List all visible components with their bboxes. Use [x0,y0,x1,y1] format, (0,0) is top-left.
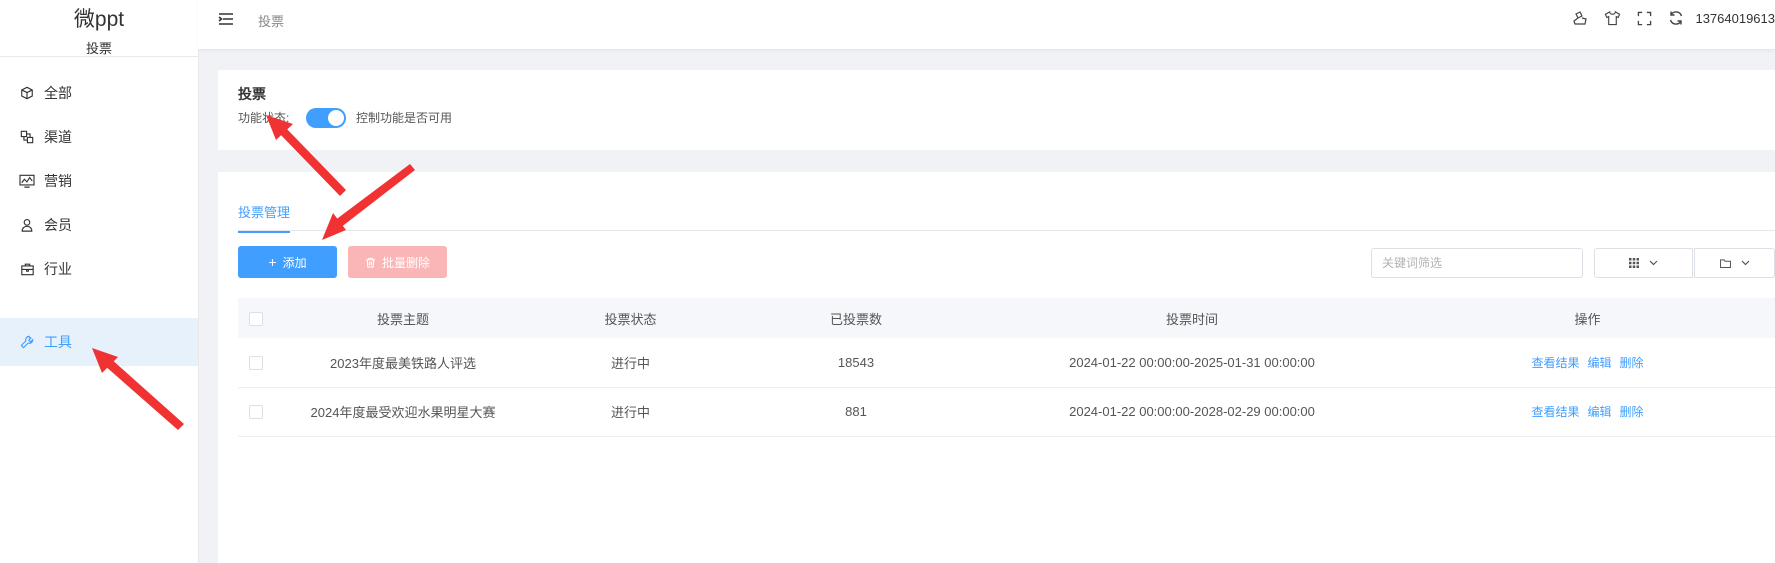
vote-count: 881 [845,404,867,419]
select-all-cell [238,298,273,338]
add-button[interactable]: + 添加 [238,246,337,278]
menu-fold-icon[interactable] [218,11,236,29]
column-header: 已投票数 [829,311,882,327]
sidebar-item-industry[interactable]: 行业 [0,245,198,293]
folder-icon [1719,258,1731,268]
chart-monitor-icon [18,172,36,190]
row-checkbox[interactable] [248,405,263,420]
tab-vote-management[interactable]: 投票管理 [238,202,291,233]
row-actions: 查看结果 编辑 删除 [1400,387,1775,436]
function-status-panel: 投票 功能状态: 控制功能是否可用 [218,70,1775,150]
app-subtitle: 投票 [85,41,112,56]
select-all-checkbox[interactable] [248,311,263,326]
view-results-link[interactable]: 查看结果 [1531,356,1579,370]
fullscreen-icon[interactable] [1635,9,1653,27]
chevron-down-icon [1649,260,1658,266]
sidebar-item-label: 全部 [44,85,72,101]
sidebar-item-label: 会员 [44,217,72,233]
table-header-row: 投票主题 投票状态 已投票数 投票时间 操作 [238,298,1775,338]
vote-status: 进行中 [610,405,650,420]
export-dropdown[interactable] [1694,248,1775,278]
box-icon [18,84,36,102]
chevron-down-icon [1741,260,1750,266]
column-header: 投票时间 [1165,311,1218,327]
trash-icon [365,257,376,268]
row-checkbox[interactable] [248,356,263,371]
app-name: 微ppt [73,8,125,31]
breadcrumb: 投票 [258,14,285,29]
batch-delete-button[interactable]: 批量删除 [348,246,447,278]
top-header: 投票 13764019613 [198,0,1775,50]
table-row: 2024年度最受欢迎水果明星大赛 进行中 881 2024-01-22 00:0… [238,387,1775,436]
add-button-label: 添加 [282,255,307,270]
column-header: 投票主题 [376,311,429,327]
channel-icon [18,128,36,146]
sidebar-item-channel[interactable]: 渠道 [0,113,198,161]
switch-description: 控制功能是否可用 [356,111,453,125]
sidebar-item-label: 渠道 [44,129,72,145]
sidebar-item-label: 行业 [44,261,72,277]
select-cell [238,387,273,436]
delete-link[interactable]: 删除 [1620,405,1644,419]
sidebar-item-tools[interactable]: 工具 [0,318,198,366]
clean-cache-icon[interactable] [1571,9,1589,27]
select-cell [238,338,273,387]
delete-link[interactable]: 删除 [1620,356,1644,370]
column-header: 投票状态 [604,311,657,327]
function-status-switch[interactable] [306,108,346,128]
view-results-link[interactable]: 查看结果 [1531,405,1579,419]
panel-title: 投票 [238,86,266,102]
vote-management-panel: 投票管理 + 添加 批量删除 投票主题 [218,172,1775,563]
sidebar-item-all[interactable]: 全部 [0,69,198,117]
theme-shirt-icon[interactable] [1603,9,1621,27]
vote-time: 2024-01-22 00:00:00-2025-01-31 00:00:00 [1069,354,1315,370]
refresh-icon[interactable] [1667,9,1685,27]
sidebar-item-member[interactable]: 会员 [0,201,198,249]
column-display-dropdown[interactable] [1594,248,1693,278]
vote-status: 进行中 [610,355,650,371]
plus-icon: + [268,254,277,270]
sidebar-item-marketing[interactable]: 营销 [0,157,198,205]
tab-divider [238,230,1775,231]
row-actions: 查看结果 编辑 删除 [1400,338,1775,387]
brand: 微ppt 投票 [0,0,198,57]
vote-topic: 2023年度最美铁路人评选 [330,355,476,371]
vote-time: 2024-01-22 00:00:00-2028-02-29 00:00:00 [1069,404,1315,419]
user-icon [18,216,36,234]
status-label: 功能状态: [238,111,290,125]
vote-table: 投票主题 投票状态 已投票数 投票时间 操作 2023年度最美铁路人评选 进行中… [238,298,1775,437]
table-row: 2023年度最美铁路人评选 进行中 18543 2024-01-22 00:00… [238,338,1775,387]
batch-delete-label: 批量删除 [381,255,430,270]
sidebar-item-label: 营销 [44,173,72,189]
column-header: 操作 [1574,311,1601,327]
vote-count: 18543 [837,354,875,370]
grid-icon [1629,258,1639,268]
switch-knob [328,110,344,126]
keyword-search-input[interactable] [1371,248,1583,278]
sidebar: 微ppt 投票 全部 渠道 营销 会员 行业 工具 [0,0,199,563]
user-account[interactable]: 13764019613 [1695,11,1775,26]
header-tools: 13764019613 [1557,9,1775,27]
wrench-icon [18,333,36,351]
sidebar-item-label: 工具 [44,334,72,350]
edit-link[interactable]: 编辑 [1587,356,1611,370]
vote-topic: 2024年度最受欢迎水果明星大赛 [310,405,496,420]
briefcase-icon [18,260,36,278]
edit-link[interactable]: 编辑 [1587,405,1611,419]
